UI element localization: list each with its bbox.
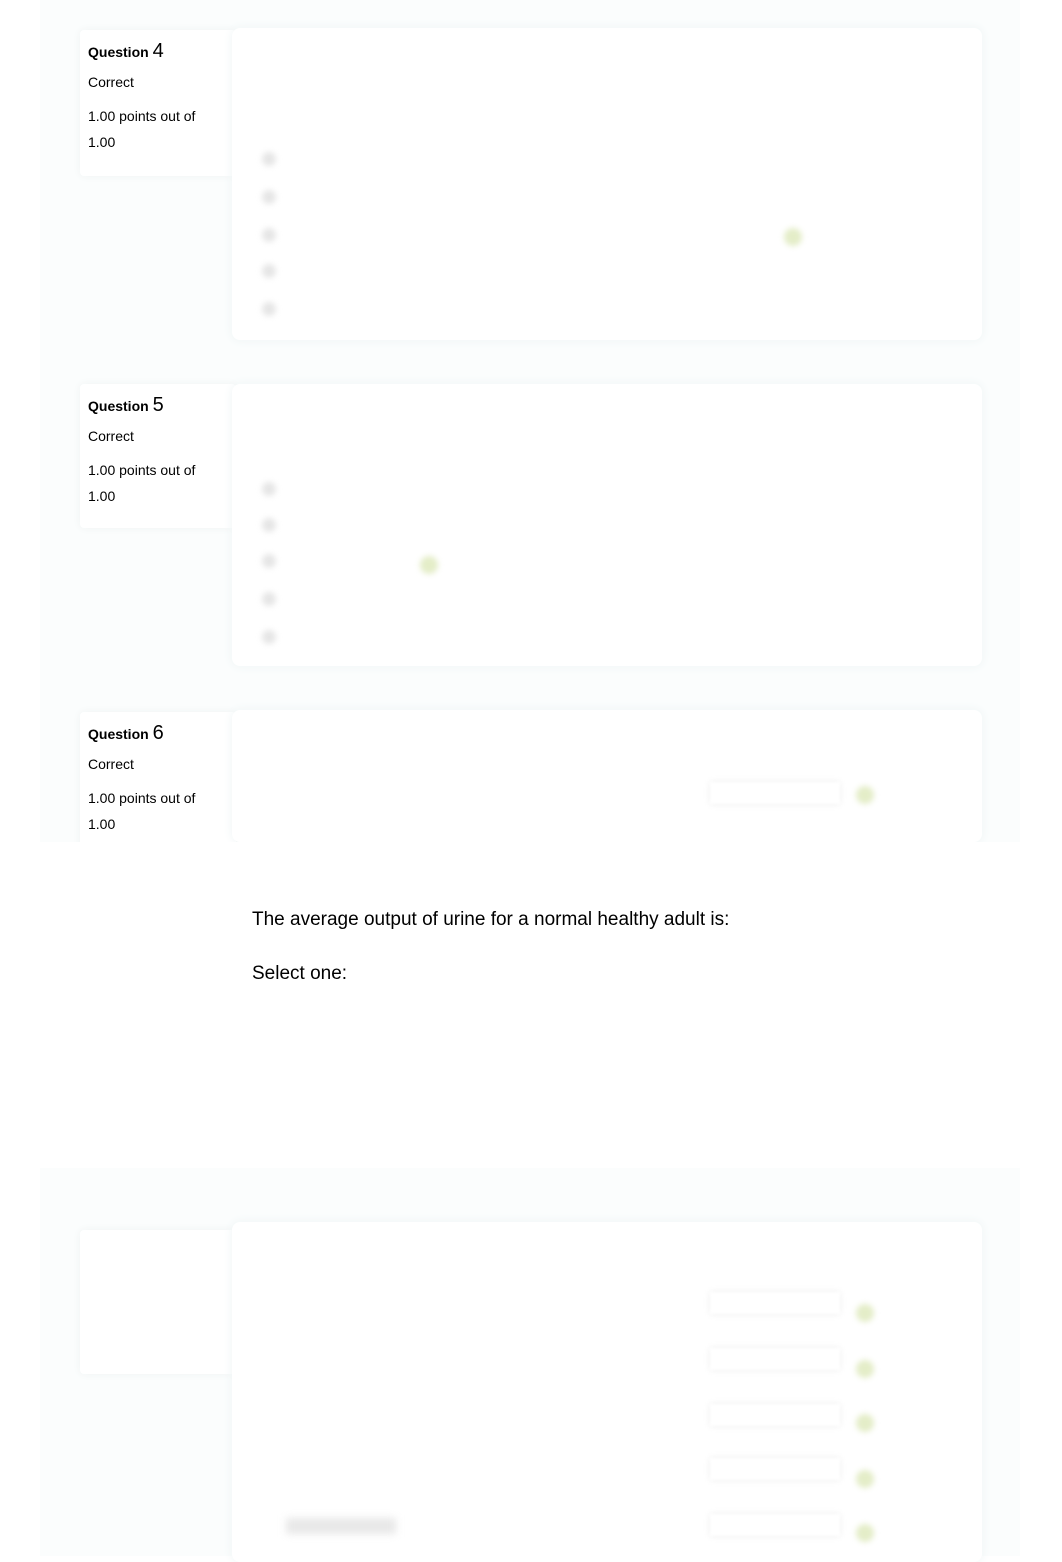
question-label: Question [88, 398, 149, 414]
question-label: Question [88, 44, 149, 60]
check-icon [856, 1470, 874, 1488]
check-icon [856, 1414, 874, 1432]
check-icon [856, 1524, 874, 1542]
radio-icon[interactable] [262, 190, 276, 204]
question-card-5 [232, 384, 982, 666]
question-number: 5 [152, 394, 164, 416]
check-icon [420, 556, 438, 574]
radio-icon[interactable] [262, 518, 276, 532]
answer-select[interactable] [710, 1458, 840, 1480]
radio-icon[interactable] [262, 152, 276, 166]
answer-select[interactable] [710, 1292, 840, 1314]
check-icon [856, 1360, 874, 1378]
question-info-4: Question 4 Correct 1.00 points out of 1.… [80, 30, 236, 176]
question-card-blurred [232, 1222, 982, 1562]
question-card-6 [232, 710, 982, 842]
question-max: 1.00 [88, 816, 116, 832]
revealed-section: The average output of urine for a normal… [0, 842, 1062, 1168]
radio-icon[interactable] [262, 264, 276, 278]
check-icon [856, 1304, 874, 1322]
question-number: 4 [152, 40, 164, 62]
question-number: 6 [152, 722, 164, 744]
radio-icon[interactable] [262, 482, 276, 496]
question-text: The average output of urine for a normal… [252, 909, 730, 930]
check-icon [856, 786, 874, 804]
select-one-prompt: Select one: [252, 963, 348, 984]
answer-select[interactable] [710, 1514, 840, 1536]
question-status: Correct [88, 428, 134, 444]
check-icon [784, 228, 802, 246]
question-info-blurred [80, 1230, 236, 1374]
question-points: 1.00 points out of [88, 462, 196, 478]
question-max: 1.00 [88, 134, 116, 150]
radio-icon[interactable] [262, 302, 276, 316]
radio-icon[interactable] [262, 630, 276, 644]
question-status: Correct [88, 74, 134, 90]
question-info-6: Question 6 Correct 1.00 points out of 1.… [80, 712, 236, 858]
radio-icon[interactable] [262, 554, 276, 568]
question-info-5: Question 5 Correct 1.00 points out of 1.… [80, 384, 236, 528]
answer-select[interactable] [710, 782, 840, 804]
question-label: Question [88, 726, 149, 742]
blurred-text [286, 1518, 396, 1534]
question-card-4 [232, 28, 982, 340]
question-points: 1.00 points out of [88, 790, 196, 806]
question-max: 1.00 [88, 488, 116, 504]
radio-icon[interactable] [262, 228, 276, 242]
answer-select[interactable] [710, 1348, 840, 1370]
question-points: 1.00 points out of [88, 108, 196, 124]
answer-select[interactable] [710, 1404, 840, 1426]
question-status: Correct [88, 756, 134, 772]
radio-icon[interactable] [262, 592, 276, 606]
